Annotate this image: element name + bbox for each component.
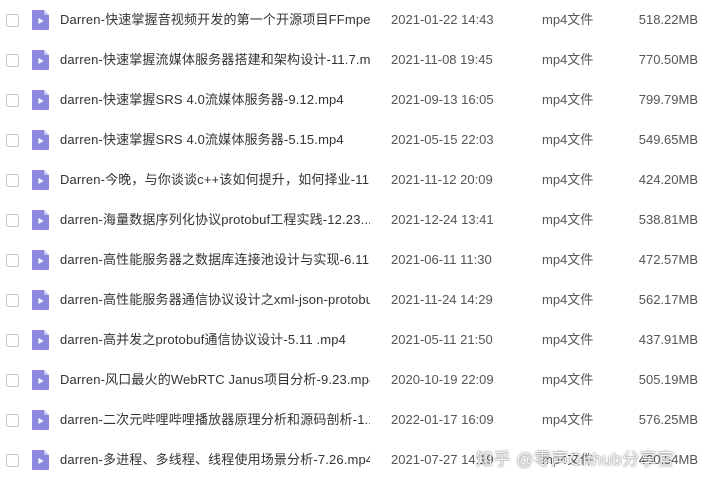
checkbox-icon[interactable] <box>6 173 19 187</box>
checkbox-icon[interactable] <box>6 93 19 107</box>
watermark: 知乎 @零声Github分享官 <box>476 450 675 469</box>
file-modified-date: 2021-11-24 14:29 <box>391 292 493 307</box>
file-type: mp4文件 <box>542 332 594 347</box>
file-modified-date: 2021-05-11 21:50 <box>391 332 493 347</box>
file-modified-date: 2022-01-17 16:09 <box>391 412 494 427</box>
checkbox-icon[interactable] <box>6 453 19 467</box>
video-file-icon <box>32 50 49 70</box>
file-type: mp4文件 <box>542 412 594 427</box>
file-type: mp4文件 <box>542 52 594 67</box>
video-file-icon <box>32 330 49 350</box>
file-row[interactable]: darren-快速掌握SRS 4.0流媒体服务器-9.12.mp4 2021-09… <box>0 80 725 120</box>
file-name[interactable]: Darren-风口最火的WebRTC Janus项目分析-9.23.mp4 <box>60 372 370 388</box>
file-name[interactable]: darren-快速掌握SRS 4.0流媒体服务器-9.12.mp4 <box>60 92 370 108</box>
file-size: 576.25MB <box>638 412 698 427</box>
file-row[interactable]: darren-快速掌握流媒体服务器搭建和架构设计-11.7.mp4 2021-11… <box>0 40 725 80</box>
file-type: mp4文件 <box>542 372 594 387</box>
file-name[interactable]: darren-快速掌握流媒体服务器搭建和架构设计-11.7.mp4 <box>60 52 370 68</box>
file-row[interactable]: Darren-快速掌握音视频开发的第一个开源项目FFmpeg-... 2021-0… <box>0 0 725 40</box>
checkbox-icon[interactable] <box>6 13 19 27</box>
file-size: 770.50MB <box>638 52 698 67</box>
file-size: 424.20MB <box>638 172 698 187</box>
file-type: mp4文件 <box>542 92 594 107</box>
checkbox-icon[interactable] <box>6 53 19 67</box>
file-name[interactable]: Darren-快速掌握音视频开发的第一个开源项目FFmpeg-... <box>60 12 370 28</box>
file-modified-date: 2021-09-13 16:05 <box>391 92 494 107</box>
file-modified-date: 2021-01-22 14:43 <box>391 12 494 27</box>
file-row[interactable]: darren-高性能服务器之数据库连接池设计与实现-6.11.m... 2021-… <box>0 240 725 280</box>
file-name[interactable]: darren-多进程、多线程、线程使用场景分析-7.26.mp4 <box>60 452 370 468</box>
file-modified-date: 2021-11-12 20:09 <box>391 172 493 187</box>
file-name[interactable]: darren-二次元哔哩哔哩播放器原理分析和源码剖析-1.16.... <box>60 412 370 428</box>
file-type: mp4文件 <box>542 252 594 267</box>
file-size: 518.22MB <box>638 12 698 27</box>
video-file-icon <box>32 450 49 470</box>
checkbox-icon[interactable] <box>6 373 19 387</box>
file-row[interactable]: darren-海量数据序列化协议protobuf工程实践-12.23..... 2… <box>0 200 725 240</box>
checkbox-icon[interactable] <box>6 133 19 147</box>
video-file-icon <box>32 210 49 230</box>
file-name[interactable]: Darren-今晚，与你谈谈c++该如何提升，如何择业-11.1... <box>60 172 370 188</box>
file-name[interactable]: darren-海量数据序列化协议protobuf工程实践-12.23..... <box>60 212 370 228</box>
file-type: mp4文件 <box>542 172 594 187</box>
file-name[interactable]: darren-高性能服务器通信协议设计之xml-json-protobu... <box>60 292 370 308</box>
file-name[interactable]: darren-高并发之protobuf通信协议设计-5.11 .mp4 <box>60 332 370 348</box>
file-size: 562.17MB <box>638 292 698 307</box>
video-file-icon <box>32 10 49 30</box>
file-type: mp4文件 <box>542 212 594 227</box>
file-modified-date: 2021-05-15 22:03 <box>391 132 494 147</box>
file-modified-date: 2021-06-11 11:30 <box>391 252 492 267</box>
video-file-icon <box>32 370 49 390</box>
file-size: 538.81MB <box>638 212 698 227</box>
file-row[interactable]: darren-二次元哔哩哔哩播放器原理分析和源码剖析-1.16.... 2022-… <box>0 400 725 440</box>
file-size: 799.79MB <box>638 92 698 107</box>
checkbox-icon[interactable] <box>6 333 19 347</box>
file-row[interactable]: Darren-风口最火的WebRTC Janus项目分析-9.23.mp4 202… <box>0 360 725 400</box>
video-file-icon <box>32 170 49 190</box>
file-name[interactable]: darren-高性能服务器之数据库连接池设计与实现-6.11.m... <box>60 252 370 268</box>
video-file-icon <box>32 290 49 310</box>
video-file-icon <box>32 250 49 270</box>
video-file-icon <box>32 90 49 110</box>
file-size: 549.65MB <box>638 132 698 147</box>
video-file-icon <box>32 410 49 430</box>
file-modified-date: 2021-11-08 19:45 <box>391 52 493 67</box>
checkbox-icon[interactable] <box>6 253 19 267</box>
file-size: 437.91MB <box>638 332 698 347</box>
file-row[interactable]: darren-高性能服务器通信协议设计之xml-json-protobu... 2… <box>0 280 725 320</box>
file-modified-date: 2020-10-19 22:09 <box>391 372 494 387</box>
checkbox-icon[interactable] <box>6 413 19 427</box>
checkbox-icon[interactable] <box>6 213 19 227</box>
file-row[interactable]: darren-高并发之protobuf通信协议设计-5.11 .mp4 2021-… <box>0 320 725 360</box>
file-list: Darren-快速掌握音视频开发的第一个开源项目FFmpeg-... 2021-0… <box>0 0 725 484</box>
checkbox-icon[interactable] <box>6 293 19 307</box>
file-modified-date: 2021-12-24 13:41 <box>391 212 494 227</box>
file-size: 505.19MB <box>638 372 698 387</box>
file-row[interactable]: Darren-今晚，与你谈谈c++该如何提升，如何择业-11.1... 2021-… <box>0 160 725 200</box>
file-row[interactable]: darren-快速掌握SRS 4.0流媒体服务器-5.15.mp4 2021-05… <box>0 120 725 160</box>
file-type: mp4文件 <box>542 292 594 307</box>
file-size: 472.57MB <box>638 252 698 267</box>
file-type: mp4文件 <box>542 12 594 27</box>
file-type: mp4文件 <box>542 132 594 147</box>
video-file-icon <box>32 130 49 150</box>
file-name[interactable]: darren-快速掌握SRS 4.0流媒体服务器-5.15.mp4 <box>60 132 370 148</box>
